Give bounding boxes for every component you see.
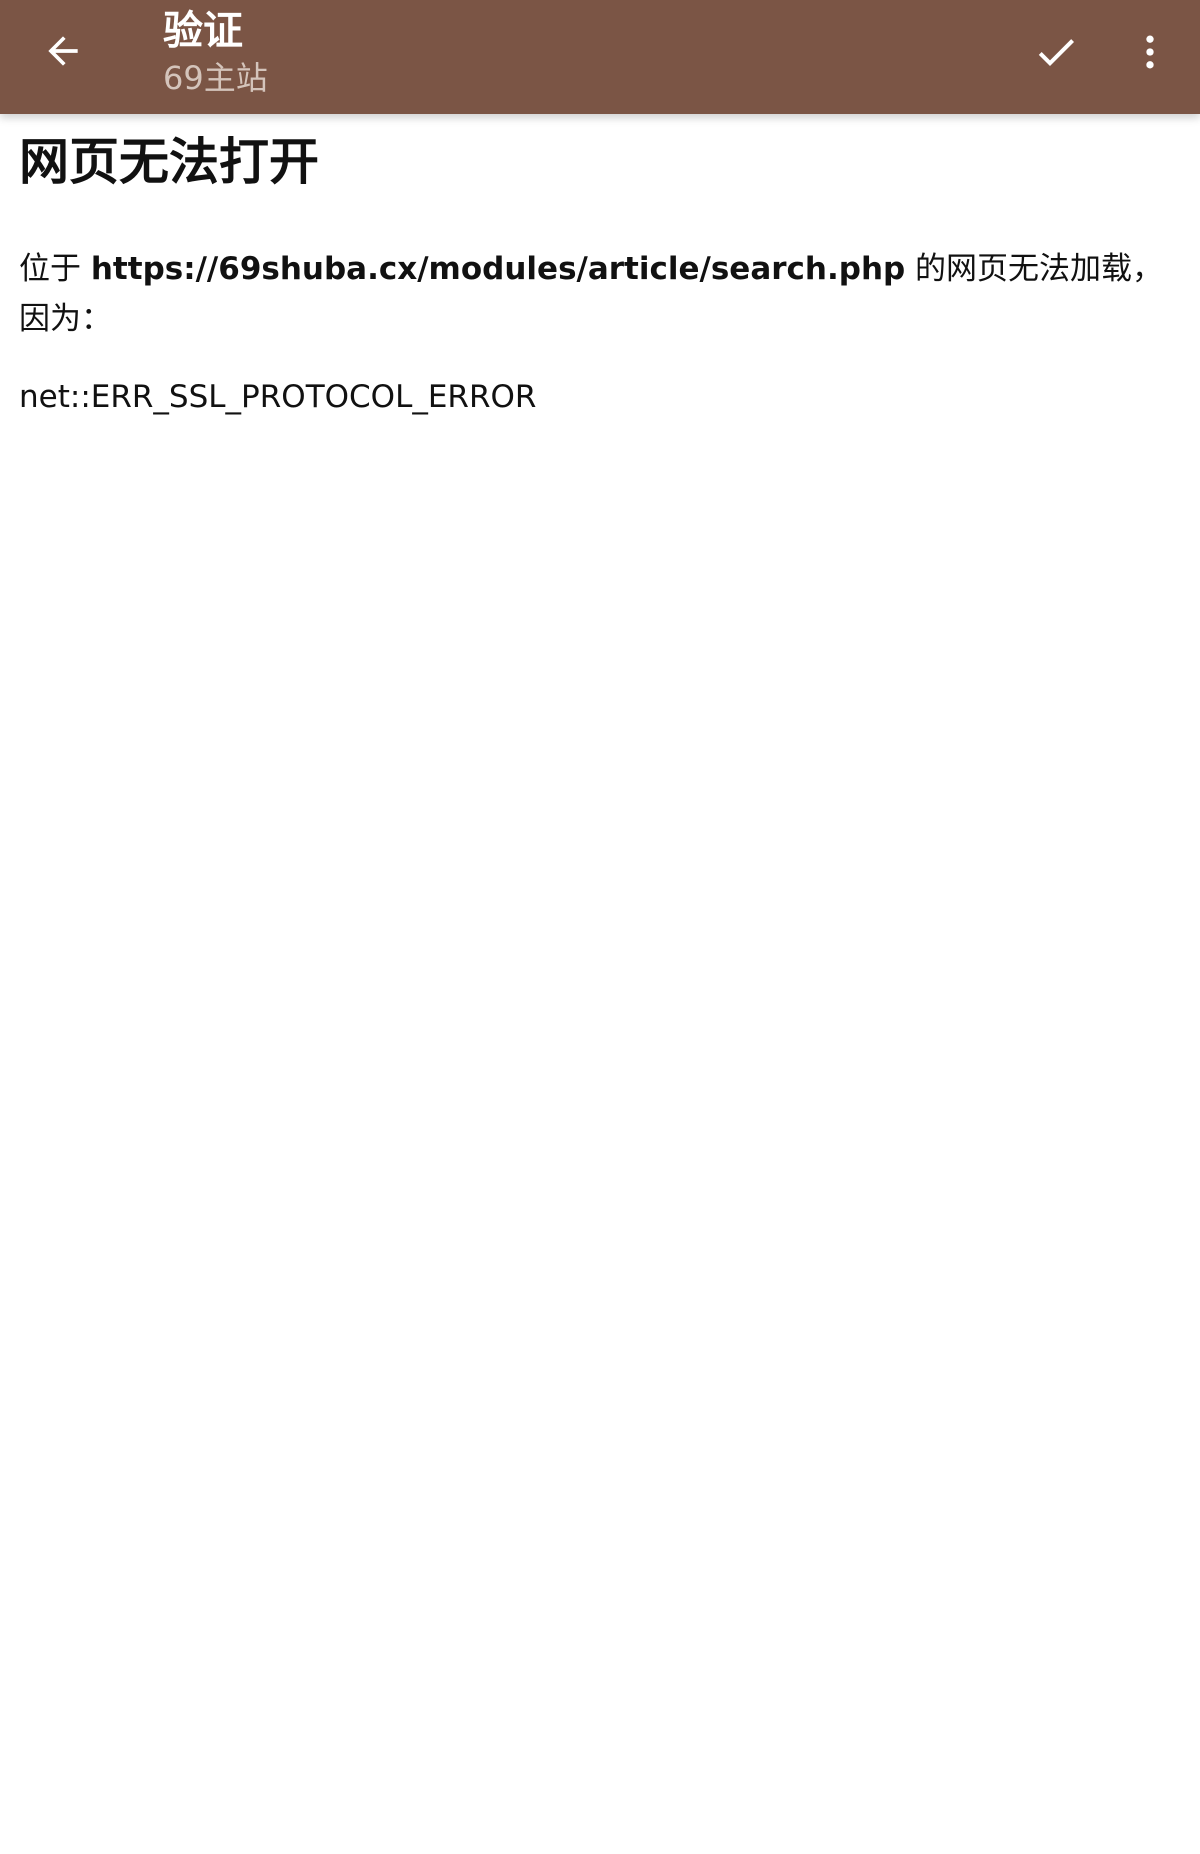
error-heading: 网页无法打开: [19, 133, 319, 191]
error-code: net::ERR_SSL_PROTOCOL_ERROR: [19, 379, 537, 415]
back-button[interactable]: [30, 18, 96, 84]
webview-screen: 验证 69主站 网页无法打开 位于 https://69shuba.cx/mod…: [0, 0, 1200, 1854]
error-message-prefix: 位于: [19, 251, 91, 287]
page-title: 验证: [163, 8, 243, 54]
error-message: 位于 https://69shuba.cx/modules/article/se…: [19, 244, 1169, 344]
page-subtitle: 69主站: [163, 59, 268, 97]
check-icon: [1038, 39, 1074, 66]
top-app-bar: 验证 69主站: [0, 0, 1200, 114]
title-block: 验证 69主站: [163, 6, 268, 100]
more-options-button[interactable]: [1124, 18, 1176, 86]
more-vert-icon: [1146, 35, 1154, 69]
error-url: https://69shuba.cx/modules/article/searc…: [90, 251, 906, 287]
web-content[interactable]: 网页无法打开 位于 https://69shuba.cx/modules/art…: [0, 114, 1200, 1854]
arrow-back-icon: [48, 36, 78, 66]
confirm-button[interactable]: [1020, 18, 1092, 86]
